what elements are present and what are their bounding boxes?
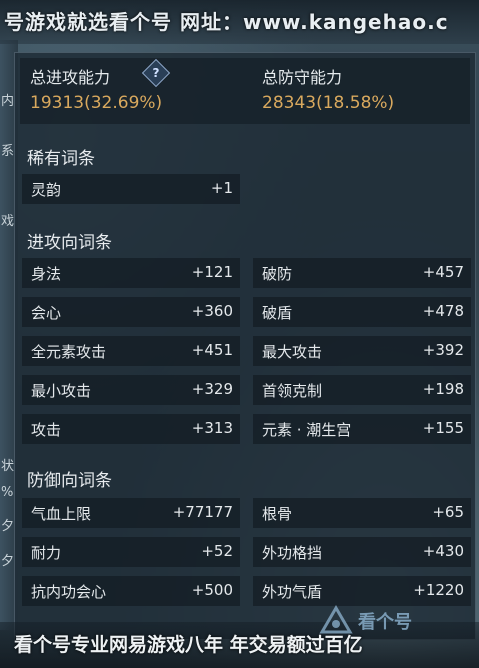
top-watermark-text: 号游戏就选看个号 网址：www.kangehao.c — [4, 10, 449, 34]
section-attack-title: 进攻向词条 — [27, 233, 112, 253]
total-attack-label: 总进攻能力 — [30, 68, 111, 87]
stat-name: 耐力 — [31, 544, 62, 562]
total-defense-label: 总防守能力 — [262, 68, 343, 87]
stat-value: +65 — [432, 503, 464, 521]
stat-value: +155 — [422, 419, 464, 437]
stat-value: +77177 — [172, 503, 233, 521]
stat-name: 破盾 — [262, 304, 293, 322]
stat-value: +500 — [191, 581, 233, 599]
stat-name: 灵韵 — [31, 181, 62, 199]
stat-row: 耐力 +52 — [22, 537, 240, 567]
stat-value: +1220 — [413, 581, 464, 599]
stat-value: +360 — [191, 302, 233, 320]
stat-row: 会心 +360 — [22, 297, 240, 327]
top-watermark-banner: 号游戏就选看个号 网址：www.kangehao.c — [0, 0, 479, 44]
stat-name: 破防 — [262, 265, 293, 283]
stat-row: 最大攻击 +392 — [253, 336, 471, 366]
stat-value: +478 — [422, 302, 464, 320]
stat-row: 身法 +121 — [22, 258, 240, 288]
left-edge-char: 戏 — [1, 214, 15, 229]
stat-name: 根骨 — [262, 505, 293, 523]
stat-name: 攻击 — [31, 421, 62, 439]
stat-row: 最小攻击 +329 — [22, 375, 240, 405]
stat-value: +451 — [191, 341, 233, 359]
stat-row: 破防 +457 — [253, 258, 471, 288]
left-edge-char: 内 — [1, 94, 15, 109]
stat-value: +392 — [422, 341, 464, 359]
stat-name: 外功格挡 — [262, 544, 323, 562]
stat-row: 气血上限 +77177 — [22, 498, 240, 528]
total-defense-value: 28343(18.58%) — [262, 93, 395, 113]
left-edge-char: 系 — [1, 144, 15, 159]
stat-name: 首领克制 — [262, 382, 323, 400]
stat-row: 元素 · 潮生宫 +155 — [253, 414, 471, 444]
stat-value: +52 — [201, 542, 233, 560]
left-edge-char: % — [1, 485, 14, 500]
stat-name: 抗内功会心 — [31, 583, 107, 601]
stat-value: +313 — [191, 419, 233, 437]
stat-name: 气血上限 — [31, 505, 92, 523]
stat-row: 攻击 +313 — [22, 414, 240, 444]
stat-name: 最小攻击 — [31, 382, 92, 400]
logo-mark-icon — [319, 605, 353, 634]
stat-row: 破盾 +478 — [253, 297, 471, 327]
left-edge-char: 夕 — [1, 519, 15, 534]
stat-name: 会心 — [31, 304, 62, 322]
stat-value: +329 — [191, 380, 233, 398]
stat-name: 身法 — [31, 265, 62, 283]
stat-row: 灵韵 +1 — [22, 174, 240, 204]
stat-value: +430 — [422, 542, 464, 560]
stat-value: +121 — [191, 263, 233, 281]
stat-value: +1 — [210, 179, 233, 197]
stat-row: 全元素攻击 +451 — [22, 336, 240, 366]
left-edge-char: 状 — [1, 459, 15, 474]
stat-row: 外功格挡 +430 — [253, 537, 471, 567]
logo-text: 看个号 — [358, 612, 412, 633]
watermark-logo: 看个号 — [318, 600, 468, 640]
stat-row: 根骨 +65 — [253, 498, 471, 528]
bottom-watermark-text: 看个号专业网易游戏八年 年交易额过百亿 — [14, 634, 363, 656]
section-rare-title: 稀有词条 — [27, 149, 95, 169]
stat-row: 首领克制 +198 — [253, 375, 471, 405]
stat-value: +457 — [422, 263, 464, 281]
left-edge-char: 夕 — [1, 554, 15, 569]
stat-name: 全元素攻击 — [31, 343, 107, 361]
stat-name: 外功气盾 — [262, 583, 323, 601]
stat-value: +198 — [422, 380, 464, 398]
stat-row: 抗内功会心 +500 — [22, 576, 240, 606]
total-attack-value: 19313(32.69%) — [30, 93, 163, 113]
section-defense-title: 防御向词条 — [27, 471, 112, 491]
stat-name: 最大攻击 — [262, 343, 323, 361]
stat-name: 元素 · 潮生宫 — [262, 421, 352, 439]
